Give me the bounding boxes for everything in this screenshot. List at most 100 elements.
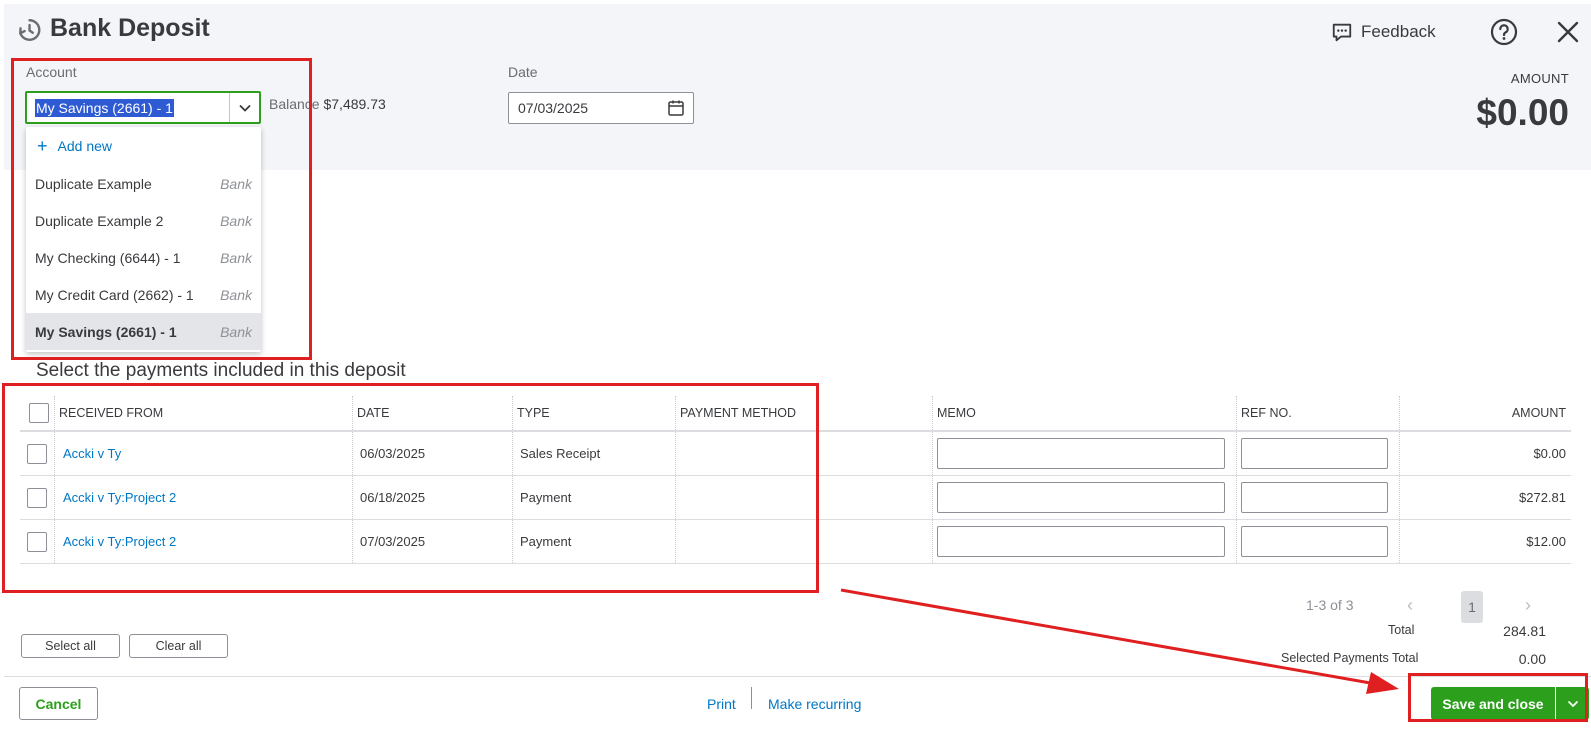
dropdown-option[interactable]: My Checking (6644) - 1 Bank (26, 239, 261, 276)
ref-no-input[interactable] (1241, 438, 1388, 469)
memo-input[interactable] (937, 482, 1225, 513)
pagination: 1-3 of 3 ‹ 1 › (0, 591, 1591, 623)
received-from-cell: Accki v Ty:Project 2 (55, 520, 353, 563)
option-name: My Savings (2661) - 1 (35, 323, 177, 340)
amount-cell: $272.81 (1519, 490, 1566, 505)
ref-no-input[interactable] (1241, 526, 1388, 557)
type-cell: Payment (513, 520, 676, 563)
date-value: 07/03/2025 (518, 100, 589, 116)
date-label: Date (508, 64, 538, 80)
ref-cell (1237, 432, 1400, 475)
dropdown-option[interactable]: Duplicate Example Bank (26, 165, 261, 202)
dropdown-option[interactable]: My Credit Card (2662) - 1 Bank (26, 276, 261, 313)
received-from-cell: Accki v Ty:Project 2 (55, 476, 353, 519)
close-icon[interactable] (1556, 20, 1580, 44)
total-value: 284.81 (1503, 623, 1546, 639)
column-header: RECEIVED FROM (55, 396, 353, 430)
save-and-close-button[interactable]: Save and close (1431, 687, 1589, 720)
payment-method-cell[interactable] (676, 476, 933, 519)
save-options-button[interactable] (1555, 687, 1589, 720)
received-from-link[interactable]: Accki v Ty:Project 2 (63, 534, 176, 549)
chevron-down-icon (238, 104, 251, 112)
ref-no-input[interactable] (1241, 482, 1388, 513)
date-input[interactable]: 07/03/2025 (508, 92, 694, 124)
column-header: REF NO. (1237, 396, 1400, 430)
table-header: RECEIVED FROM DATE TYPE PAYMENT METHOD M… (20, 396, 1571, 432)
payments-section-title: Select the payments included in this dep… (36, 360, 406, 381)
column-header: MEMO (933, 396, 1237, 430)
clear-all-button[interactable]: Clear all (129, 634, 228, 658)
account-select-value: My Savings (2661) - 1 (35, 98, 174, 117)
received-from-link[interactable]: Accki v Ty:Project 2 (63, 490, 176, 505)
select-all-button[interactable]: Select all (21, 634, 120, 658)
column-header: TYPE (513, 396, 676, 430)
help-icon[interactable] (1490, 18, 1518, 46)
balance-label: Balance (269, 96, 320, 112)
add-new-label: Add new (57, 138, 112, 154)
payment-method-cell[interactable] (676, 432, 933, 475)
add-new-option[interactable]: + Add new (26, 127, 261, 165)
account-label: Account (26, 64, 77, 80)
ref-cell (1237, 476, 1400, 519)
date-cell: 06/03/2025 (353, 432, 513, 475)
type-cell: Payment (513, 476, 676, 519)
received-from-link[interactable]: Accki v Ty (63, 446, 121, 461)
date-cell: 06/18/2025 (353, 476, 513, 519)
account-select-arrow[interactable] (229, 93, 259, 122)
ref-cell (1237, 520, 1400, 563)
amount-cell: $12.00 (1526, 534, 1566, 549)
page-title: Bank Deposit (50, 14, 210, 42)
amount-value: $0.00 (1476, 92, 1569, 133)
account-select-value-wrap: My Savings (2661) - 1 (27, 93, 229, 122)
column-header: PAYMENT METHOD (676, 396, 933, 430)
selected-payments-total-value: 0.00 (1518, 651, 1546, 667)
option-type: Bank (220, 212, 252, 229)
prev-page-button[interactable]: ‹ (1407, 595, 1413, 616)
feedback-button[interactable]: Feedback (1331, 20, 1436, 44)
row-checkbox[interactable] (27, 531, 47, 552)
make-recurring-link[interactable]: Make recurring (768, 696, 861, 712)
option-name: My Checking (6644) - 1 (35, 249, 181, 266)
payments-table: RECEIVED FROM DATE TYPE PAYMENT METHOD M… (20, 396, 1571, 564)
option-type: Bank (220, 175, 252, 192)
amount-label: AMOUNT (1510, 71, 1569, 86)
total-label: Total (1388, 623, 1415, 637)
account-dropdown: + Add new Duplicate Example Bank Duplica… (26, 127, 261, 352)
payment-method-cell[interactable] (676, 520, 933, 563)
memo-cell (933, 520, 1237, 563)
memo-cell (933, 432, 1237, 475)
row-checkbox-cell (20, 476, 55, 519)
footer-bar: Cancel Print Make recurring Save and clo… (4, 676, 1591, 731)
column-header: DATE (353, 396, 513, 430)
header-checkbox-cell (20, 396, 55, 430)
pagination-range: 1-3 of 3 (1306, 597, 1354, 613)
memo-input[interactable] (937, 526, 1225, 557)
selected-payments-total-label: Selected Payments Total (1281, 651, 1419, 665)
option-type: Bank (220, 323, 252, 340)
feedback-icon (1332, 23, 1352, 42)
dropdown-option-selected[interactable]: My Savings (2661) - 1 Bank (26, 313, 261, 350)
column-header: AMOUNT (1511, 406, 1566, 420)
footer-divider (751, 687, 752, 709)
memo-input[interactable] (937, 438, 1225, 469)
print-link[interactable]: Print (707, 696, 736, 712)
type-cell: Sales Receipt (513, 432, 676, 475)
cancel-button[interactable]: Cancel (19, 687, 98, 720)
row-checkbox[interactable] (27, 487, 47, 508)
table-row: Accki v Ty:Project 2 07/03/2025 Payment … (20, 520, 1571, 564)
row-checkbox[interactable] (27, 443, 47, 464)
option-type: Bank (220, 249, 252, 266)
save-and-close-label[interactable]: Save and close (1431, 687, 1555, 720)
memo-cell (933, 476, 1237, 519)
next-page-button[interactable]: › (1525, 595, 1531, 616)
calendar-icon[interactable] (667, 99, 685, 117)
option-type: Bank (220, 286, 252, 303)
received-from-cell: Accki v Ty (55, 432, 353, 475)
account-select[interactable]: My Savings (2661) - 1 (25, 91, 261, 124)
current-page-button[interactable]: 1 (1461, 591, 1483, 623)
table-row: Accki v Ty:Project 2 06/18/2025 Payment … (20, 476, 1571, 520)
dropdown-option[interactable]: Duplicate Example 2 Bank (26, 202, 261, 239)
select-all-checkbox[interactable] (29, 403, 49, 423)
option-name: Duplicate Example (35, 175, 152, 192)
table-row: Accki v Ty 06/03/2025 Sales Receipt $0.0… (20, 432, 1571, 476)
